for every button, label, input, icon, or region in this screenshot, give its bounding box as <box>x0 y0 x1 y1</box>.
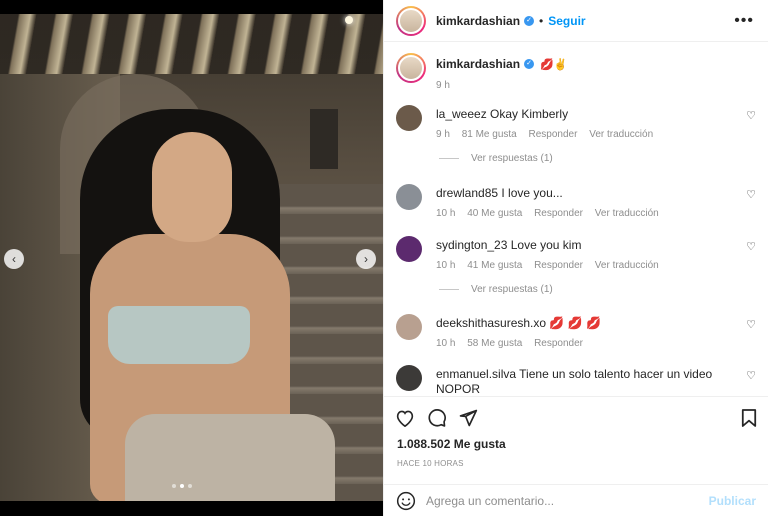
follow-button[interactable]: Seguir <box>548 14 585 28</box>
comment-time: 10 h <box>436 260 456 271</box>
comment-likes[interactable]: 81 Me gusta <box>462 129 517 140</box>
carousel-prev-button[interactable]: ‹ <box>4 249 24 269</box>
reply-button[interactable]: Responder <box>534 208 583 219</box>
comment-avatar[interactable] <box>396 314 422 340</box>
verified-badge-icon: ✓ <box>524 59 535 69</box>
translate-button[interactable]: Ver traducción <box>595 260 659 271</box>
verified-badge-icon: ✓ <box>524 15 535 26</box>
smile-icon[interactable] <box>396 491 416 511</box>
carousel-next-button[interactable]: › <box>356 249 376 269</box>
view-replies-button[interactable]: Ver respuestas (1) <box>439 153 553 164</box>
bookmark-icon[interactable] <box>738 407 760 429</box>
publish-button[interactable]: Publicar <box>709 494 756 508</box>
caption-time: 9 h <box>436 80 450 91</box>
post-username[interactable]: kimkardashian <box>436 14 520 28</box>
comment-username[interactable]: sydington_23 <box>436 238 507 252</box>
chevron-right-icon: › <box>364 252 368 266</box>
post-header: kimkardashian ✓ • Seguir ••• <box>384 0 768 42</box>
post-media: ‹ › <box>0 0 383 516</box>
post-caption: kimkardashian ✓ 💋✌ 9 h <box>384 43 768 95</box>
comment-username[interactable]: deekshithasuresh.xo <box>436 316 546 330</box>
light-fixture <box>345 16 353 24</box>
background-window <box>310 109 338 169</box>
separator-dot: • <box>539 13 544 28</box>
comment-avatar[interactable] <box>396 105 422 131</box>
carousel-indicator <box>172 484 192 488</box>
comment-avatar[interactable] <box>396 365 422 391</box>
comment-time: 10 h <box>436 338 456 349</box>
heart-icon[interactable]: ♡ <box>746 109 756 122</box>
comments-list[interactable]: kimkardashian ✓ 💋✌ 9 h la_weeez Okay Kim… <box>384 43 768 395</box>
comment-time: 9 h <box>436 129 450 140</box>
chevron-left-icon: ‹ <box>12 252 16 266</box>
send-icon[interactable] <box>457 407 479 429</box>
heart-icon[interactable]: ♡ <box>746 188 756 201</box>
translate-button[interactable]: Ver traducción <box>589 129 653 140</box>
carousel-dot <box>188 484 192 488</box>
reply-button[interactable]: Responder <box>534 260 583 271</box>
reply-button[interactable]: Responder <box>534 338 583 349</box>
add-comment-bar: Publicar <box>384 484 768 516</box>
carousel-dot-active <box>180 484 184 488</box>
comment-text: I love you... <box>501 186 563 200</box>
person-face <box>152 132 232 242</box>
reply-button[interactable]: Responder <box>529 129 578 140</box>
post-actions <box>384 396 768 436</box>
comment-input[interactable] <box>426 493 696 508</box>
comment-icon[interactable] <box>426 407 448 429</box>
heart-icon[interactable]: ♡ <box>746 318 756 331</box>
heart-icon[interactable]: ♡ <box>746 369 756 382</box>
likes-count[interactable]: 1.088.502 Me gusta <box>397 437 506 451</box>
comment-username[interactable]: drewland85 <box>436 186 498 200</box>
comment-text: Okay Kimberly <box>490 107 569 121</box>
comment-likes[interactable]: 41 Me gusta <box>467 260 522 271</box>
person-skirt <box>125 414 335 501</box>
comment-avatar[interactable] <box>396 184 422 210</box>
comment-likes[interactable]: 58 Me gusta <box>467 338 522 349</box>
ceiling-lights <box>0 14 383 74</box>
more-horizontal-icon[interactable]: ••• <box>734 12 754 30</box>
post-date: HACE 10 HORAS <box>397 459 464 468</box>
comment-username[interactable]: la_weeez <box>436 107 487 121</box>
comment-likes[interactable]: 40 Me gusta <box>467 208 522 219</box>
comment-username[interactable]: enmanuel.silva <box>436 367 516 381</box>
carousel-dot <box>172 484 176 488</box>
comment-avatar[interactable] <box>396 236 422 262</box>
comment-text: Love you kim <box>510 238 582 252</box>
caption-text: 💋✌ <box>540 58 568 71</box>
translate-button[interactable]: Ver traducción <box>595 208 659 219</box>
caption-username[interactable]: kimkardashian <box>436 57 520 71</box>
person-top <box>108 306 250 364</box>
comment-text: 💋 💋 💋 <box>549 316 601 330</box>
heart-icon[interactable]: ♡ <box>746 240 756 253</box>
post-sidebar: kimkardashian ✓ • Seguir ••• kimkardashi… <box>383 0 768 516</box>
comment-time: 10 h <box>436 208 456 219</box>
heart-icon[interactable] <box>394 407 416 429</box>
view-replies-button[interactable]: Ver respuestas (1) <box>439 284 553 295</box>
caption-avatar[interactable] <box>396 53 426 83</box>
post-photo <box>0 14 383 501</box>
avatar[interactable] <box>396 5 426 36</box>
